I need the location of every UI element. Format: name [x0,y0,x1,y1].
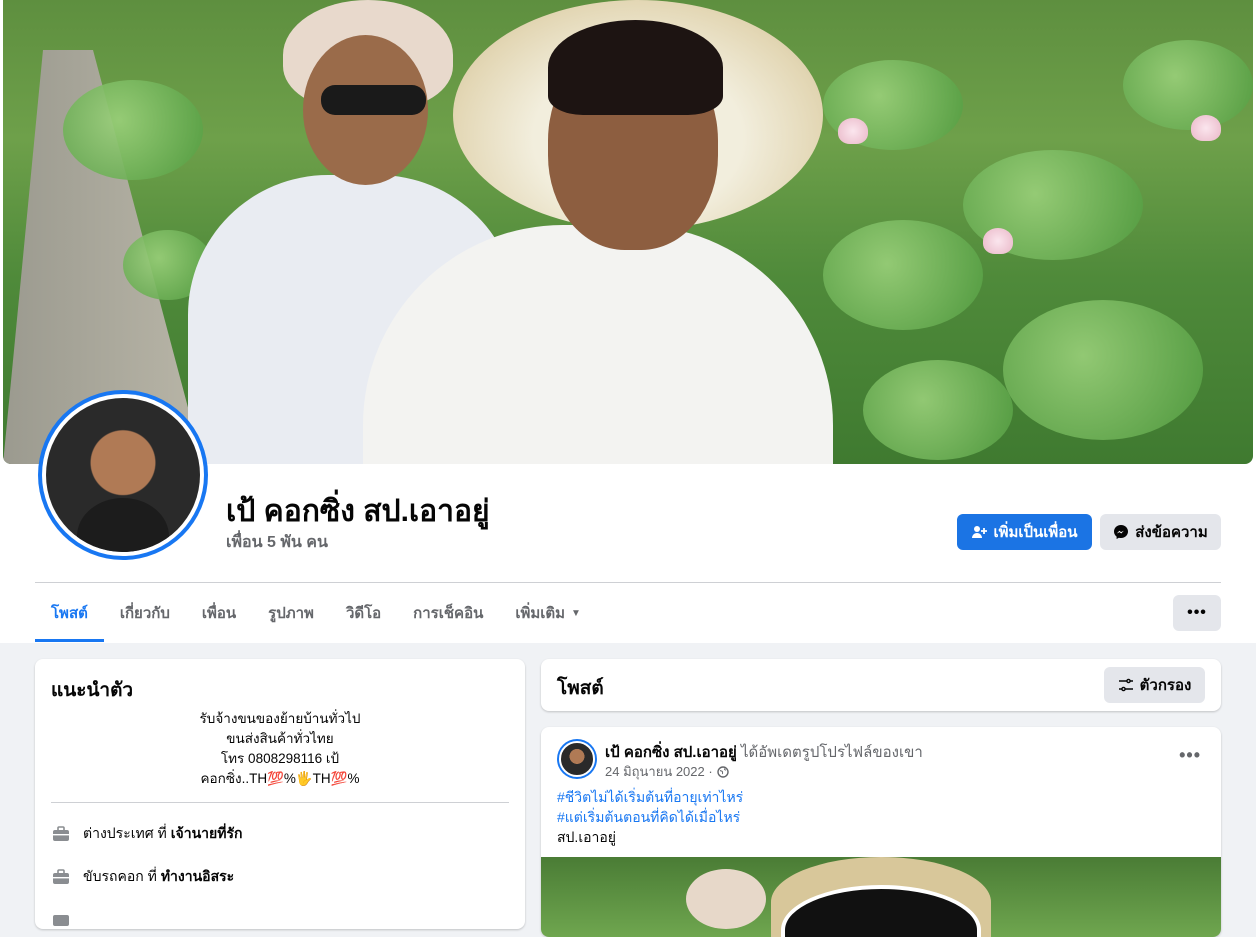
messenger-icon [1114,525,1129,539]
tab-friends[interactable]: เพื่อน [186,584,252,642]
more-options-button[interactable]: ••• [1173,595,1221,631]
profile-tabs: โพสต์ เกี่ยวกับ เพื่อน รูปภาพ วิดีโอ การ… [35,584,597,642]
message-button[interactable]: ส่งข้อความ [1100,514,1221,550]
post-more-icon[interactable]: ••• [1179,745,1201,766]
tab-more[interactable]: เพิ่มเติม ▼ [499,584,597,642]
filter-button[interactable]: ตัวกรอง [1104,667,1205,703]
profile-name: เป้ คอกซิ่ง สป.เอาอยู่ [226,495,490,528]
add-friend-label: เพิ่มเป็นเพื่อน [993,524,1078,541]
more-icon: ••• [1187,604,1207,621]
post-author-avatar[interactable] [557,739,597,779]
briefcase-icon [53,915,69,926]
post-timestamp[interactable]: 24 มิถุนายน 2022 · [605,761,729,782]
post-text: #ชีวิตไม่ได้เริ่มต้นที่อายุเท่าไหร่ #แต่… [557,787,743,847]
friends-count[interactable]: เพื่อน 5 พัน คน [226,530,328,555]
tab-photos[interactable]: รูปภาพ [252,584,330,642]
tab-checkins[interactable]: การเช็คอิน [397,584,499,642]
intro-card: แนะนำตัว รับจ้างขนของย้ายบ้านทั่วไป ขนส่… [35,659,525,929]
intro-item-partial [51,909,83,929]
tab-videos[interactable]: วิดีโอ [330,584,397,642]
intro-title: แนะนำตัว [51,680,134,701]
intro-item-work-1: ต่างประเทศ ที่ เจ้านายที่รัก [51,823,242,845]
cover-photo[interactable] [3,0,1253,464]
briefcase-icon [53,869,69,884]
add-friend-button[interactable]: เพิ่มเป็นเพื่อน [957,514,1092,550]
post-author-name[interactable]: เป้ คอกซิ่ง สป.เอาอยู่ [605,744,737,761]
intro-divider [51,802,509,803]
header-divider [35,582,1221,583]
caret-down-icon: ▼ [571,607,581,619]
intro-item-work-2: ขับรถคอก ที่ ทำงานอิสระ [51,866,234,888]
globe-icon [716,765,729,778]
message-label: ส่งข้อความ [1135,524,1208,541]
hashtag-link[interactable]: #ชีวิตไม่ได้เริ่มต้นที่อายุเท่าไหร่ [557,787,743,807]
post-image[interactable] [541,857,1221,937]
post-action: ได้อัพเดตรูปโปรไฟล์ของเขา [741,744,923,761]
profile-header: เป้ คอกซิ่ง สป.เอาอยู่ เพื่อน 5 พัน คน เ… [0,0,1256,643]
post-card: เป้ คอกซิ่ง สป.เอาอยู่ ได้อัพเดตรูปโปรไฟ… [541,727,1221,937]
add-friend-icon [972,526,988,538]
filter-icon [1118,678,1133,692]
profile-avatar[interactable] [38,390,208,560]
briefcase-icon [53,826,69,841]
posts-header-card: โพสต์ ตัวกรอง [541,659,1221,711]
tab-about[interactable]: เกี่ยวกับ [104,584,186,642]
tab-posts[interactable]: โพสต์ [35,584,104,642]
hashtag-link[interactable]: #แต่เริ่มต้นตอนที่คิดได้เมื่อไหร่ [557,807,743,827]
post-body: สป.เอาอยู่ [557,829,616,845]
intro-bio: รับจ้างขนของย้ายบ้านทั่วไป ขนส่งสินค้าทั… [199,711,361,786]
posts-title: โพสต์ [557,678,604,699]
